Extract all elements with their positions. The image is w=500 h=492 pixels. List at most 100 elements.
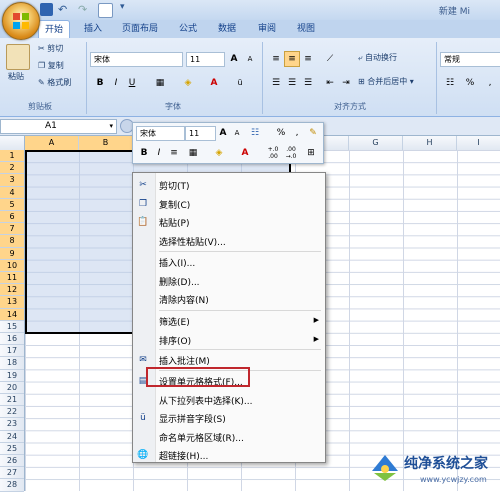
cut-button[interactable]: ✂ 剪切 — [38, 43, 63, 54]
paste-icon[interactable] — [6, 44, 30, 70]
merge-center-button[interactable]: ⊞ 合并后居中 ▾ — [358, 76, 414, 87]
chevron-down-icon[interactable]: ▾ — [109, 120, 113, 133]
row-header-8[interactable]: 8 — [0, 235, 24, 248]
grow-font-button[interactable]: A — [226, 51, 242, 67]
mini-decrease-decimal-button[interactable]: .00 →.0 — [283, 145, 299, 161]
tab-home[interactable]: 开始 — [38, 20, 71, 39]
menu-item-12[interactable]: ü 显示拼音字段(S) — [133, 409, 325, 428]
paste-button[interactable]: 粘贴 — [8, 71, 24, 82]
menu-item-8[interactable]: 排序(O) ▶ — [133, 331, 325, 350]
accounting-icon[interactable]: ☷ — [442, 75, 458, 91]
mini-format-painter-icon[interactable]: ✎ — [305, 125, 321, 141]
row-header-10[interactable]: 10 — [0, 259, 24, 272]
bold-button[interactable]: B — [92, 75, 108, 91]
row-header-23[interactable]: 23 — [0, 418, 24, 431]
copy-button[interactable]: ❐ 复制 — [38, 60, 64, 71]
italic-button[interactable]: I — [108, 75, 124, 91]
row-header-3[interactable]: 3 — [0, 174, 24, 187]
select-all-corner[interactable] — [0, 136, 25, 150]
menu-item-6[interactable]: 清除内容(N) — [133, 290, 325, 309]
orientation-icon[interactable]: ⟋ — [322, 51, 338, 67]
row-header-27[interactable]: 27 — [0, 467, 24, 480]
customize-qat-icon[interactable]: ▾ — [120, 2, 125, 12]
column-header-h[interactable]: H — [403, 136, 457, 150]
tab-data[interactable]: 数据 — [218, 20, 236, 38]
align-middle-icon[interactable]: ≡ — [284, 51, 300, 67]
row-header-9[interactable]: 9 — [0, 247, 24, 260]
shrink-font-button[interactable]: A — [242, 51, 258, 67]
number-format-combo[interactable]: 常规 — [440, 52, 500, 67]
row-header-22[interactable]: 22 — [0, 406, 24, 419]
menu-item-0[interactable]: ✂ 剪切(T) — [133, 176, 325, 195]
wrap-text-button[interactable]: ⤶ 自动换行 — [358, 52, 397, 63]
column-header-a[interactable]: A — [25, 136, 79, 150]
column-header-b[interactable]: B — [79, 136, 133, 150]
mini-italic-button[interactable]: I — [151, 145, 167, 161]
align-top-icon[interactable]: ≡ — [268, 51, 284, 67]
align-left-icon[interactable]: ☰ — [268, 75, 284, 91]
tab-insert[interactable]: 插入 — [84, 20, 102, 38]
mini-fill-color-icon[interactable]: ◈ — [211, 145, 227, 161]
mini-borders-icon[interactable]: ▦ — [185, 145, 201, 161]
comma-button[interactable]: , — [482, 75, 498, 91]
row-header-18[interactable]: 18 — [0, 357, 24, 370]
save-icon[interactable] — [40, 3, 53, 16]
fill-color-icon[interactable]: ◈ — [180, 75, 196, 91]
row-header-5[interactable]: 5 — [0, 198, 24, 211]
row-header-20[interactable]: 20 — [0, 382, 24, 394]
undo-icon[interactable]: ↶ — [58, 3, 71, 16]
office-button[interactable] — [2, 2, 40, 40]
mini-comma-button[interactable]: , — [289, 125, 305, 141]
row-header-24[interactable]: 24 — [0, 431, 24, 443]
menu-item-4[interactable]: 插入(I)... — [133, 253, 325, 272]
menu-item-11[interactable]: 从下拉列表中选择(K)... — [133, 391, 325, 410]
mini-shrink-font-button[interactable]: A — [229, 125, 245, 141]
menu-item-5[interactable]: 删除(D)... — [133, 272, 325, 291]
phonetic-icon[interactable]: ü — [232, 75, 248, 91]
font-size-combo[interactable]: 11 — [186, 52, 225, 67]
tab-review[interactable]: 审阅 — [258, 20, 276, 38]
row-header-16[interactable]: 16 — [0, 333, 24, 346]
mini-increase-decimal-button[interactable]: +.0 .00 — [265, 145, 281, 161]
mini-bold-button[interactable]: B — [136, 145, 152, 161]
column-header-g[interactable]: G — [349, 136, 403, 150]
menu-item-7[interactable]: 筛选(E) ▶ — [133, 312, 325, 331]
mini-size-combo[interactable]: 11 — [185, 126, 216, 141]
mini-accounting-icon[interactable]: ☷ — [247, 125, 263, 141]
borders-icon[interactable]: ▦ — [152, 75, 168, 91]
menu-item-13[interactable]: 命名单元格区域(R)... — [133, 428, 325, 447]
decrease-indent-icon[interactable]: ⇤ — [322, 75, 338, 91]
align-bottom-icon[interactable]: ≡ — [300, 51, 316, 67]
row-header-4[interactable]: 4 — [0, 186, 24, 199]
menu-item-3[interactable]: 选择性粘贴(V)... — [133, 232, 325, 251]
row-header-19[interactable]: 19 — [0, 370, 24, 382]
row-header-25[interactable]: 25 — [0, 443, 24, 455]
row-header-21[interactable]: 21 — [0, 394, 24, 407]
increase-indent-icon[interactable]: ⇥ — [338, 75, 354, 91]
underline-button[interactable]: U — [124, 75, 140, 91]
align-center-icon[interactable]: ☰ — [284, 75, 300, 91]
menu-item-14[interactable]: 🌐 超链接(H)... — [133, 446, 325, 465]
row-header-15[interactable]: 15 — [0, 321, 24, 333]
row-header-13[interactable]: 13 — [0, 296, 24, 309]
mini-center-icon[interactable]: ≡ — [166, 145, 182, 161]
row-header-12[interactable]: 12 — [0, 284, 24, 297]
row-header-11[interactable]: 11 — [0, 272, 24, 285]
tab-view[interactable]: 视图 — [297, 20, 315, 38]
format-painter-button[interactable]: ✎ 格式刷 — [38, 77, 71, 88]
column-header-i[interactable]: I — [457, 136, 500, 150]
mini-merge-icon[interactable]: ⊞ — [303, 145, 319, 161]
redo-icon[interactable]: ↷ — [78, 3, 91, 16]
row-header-1[interactable]: 1 — [0, 150, 24, 163]
name-box[interactable]: A1 ▾ — [0, 119, 117, 134]
tab-formulas[interactable]: 公式 — [179, 20, 197, 38]
tab-page-layout[interactable]: 页面布局 — [122, 20, 158, 38]
row-header-26[interactable]: 26 — [0, 455, 24, 468]
mini-percent-button[interactable]: % — [273, 125, 289, 141]
mini-font-color-button[interactable]: A — [237, 145, 253, 161]
row-header-7[interactable]: 7 — [0, 223, 24, 236]
font-name-combo[interactable]: 宋体 — [90, 52, 183, 67]
print-preview-icon[interactable] — [98, 3, 113, 18]
mini-font-combo[interactable]: 宋体 — [136, 126, 185, 141]
row-header-17[interactable]: 17 — [0, 345, 24, 358]
